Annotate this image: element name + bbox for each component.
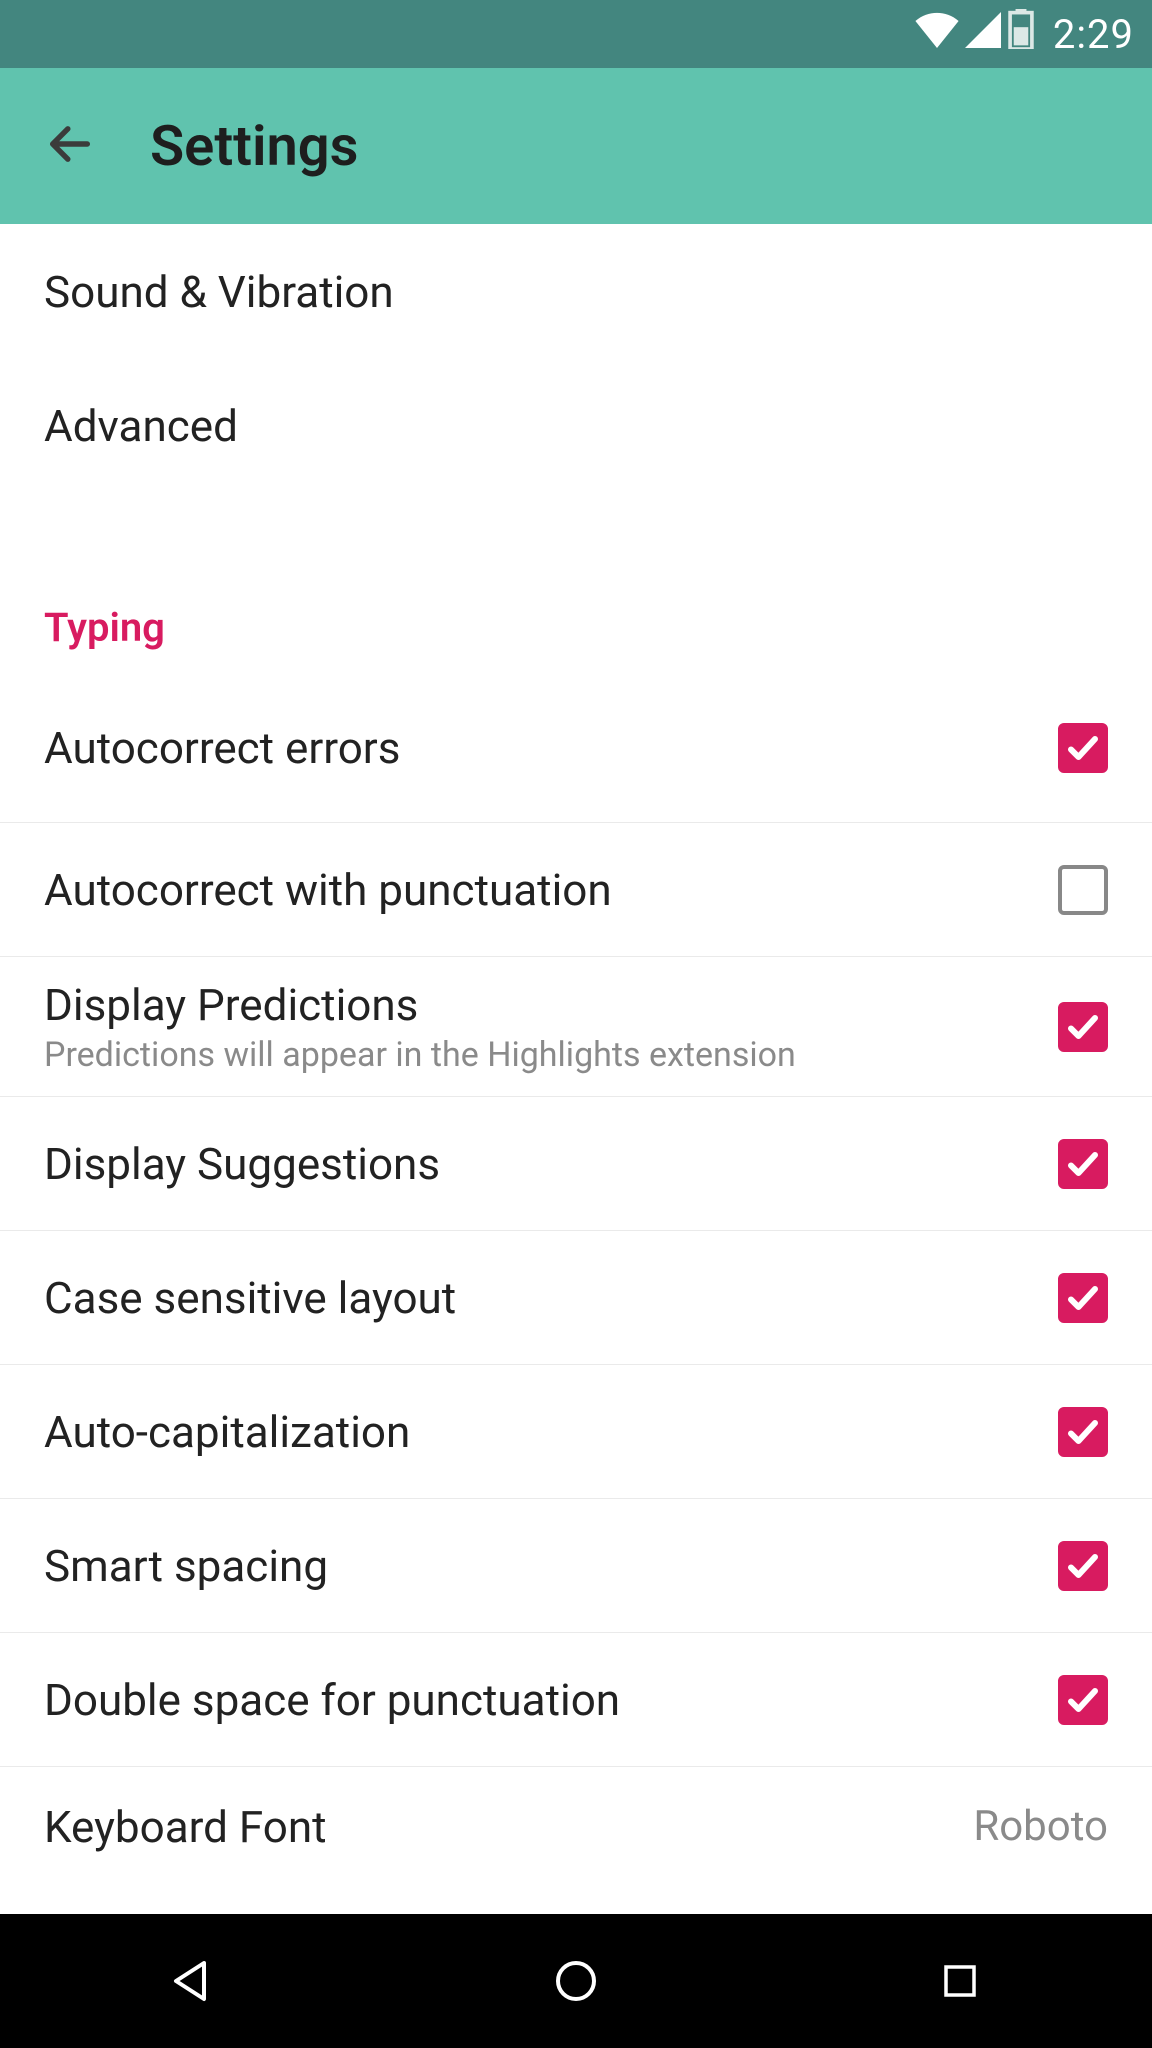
nav-back-button[interactable] [152,1941,232,2021]
row-label: Autocorrect with punctuation [44,864,1058,916]
row-label: Smart spacing [44,1540,1058,1592]
back-arrow-icon[interactable] [44,118,96,174]
status-clock: 2:29 [1053,11,1134,58]
row-label: Sound & Vibration [44,266,1108,318]
nav-home-button[interactable] [536,1941,616,2021]
status-icons [915,9,1035,59]
navigation-bar [0,1914,1152,2048]
checkbox-double-space-punctuation[interactable] [1058,1675,1108,1725]
cellular-signal-icon [965,11,1001,58]
checkbox-display-predictions[interactable] [1058,1002,1108,1052]
status-bar: 2:29 [0,0,1152,68]
settings-row-sound-vibration[interactable]: Sound & Vibration [0,224,1152,358]
checkbox-autocorrect-punctuation[interactable] [1058,865,1108,915]
settings-row-double-space-punctuation[interactable]: Double space for punctuation [0,1632,1152,1766]
settings-row-auto-capitalization[interactable]: Auto-capitalization [0,1364,1152,1498]
settings-row-advanced[interactable]: Advanced [0,358,1152,492]
checkbox-autocorrect-errors[interactable] [1058,723,1108,773]
section-header-typing: Typing [0,582,1152,672]
settings-content: Sound & Vibration Advanced Typing Autoco… [0,224,1152,1914]
settings-row-display-predictions[interactable]: Display Predictions Predictions will app… [0,956,1152,1096]
wifi-icon [915,11,959,58]
row-label: Double space for punctuation [44,1674,1058,1726]
row-label: Case sensitive layout [44,1272,1058,1324]
row-label: Autocorrect errors [44,722,1058,774]
nav-recent-button[interactable] [920,1941,1000,2021]
settings-row-autocorrect-errors[interactable]: Autocorrect errors [0,672,1152,822]
row-label: Display Suggestions [44,1138,1058,1190]
row-label: Display Predictions [44,979,1058,1031]
row-label: Keyboard Font [44,1801,973,1853]
settings-row-autocorrect-punctuation[interactable]: Autocorrect with punctuation [0,822,1152,956]
settings-row-case-sensitive-layout[interactable]: Case sensitive layout [0,1230,1152,1364]
row-sublabel: Predictions will appear in the Highlight… [44,1035,1058,1075]
settings-row-smart-spacing[interactable]: Smart spacing [0,1498,1152,1632]
row-label: Auto-capitalization [44,1406,1058,1458]
settings-row-keyboard-font[interactable]: Keyboard Font Roboto [0,1766,1152,1886]
checkbox-auto-capitalization[interactable] [1058,1407,1108,1457]
page-title: Settings [150,113,358,179]
app-bar: Settings [0,68,1152,224]
checkbox-smart-spacing[interactable] [1058,1541,1108,1591]
row-label: Advanced [44,400,1108,452]
row-value: Roboto [973,1802,1108,1851]
battery-icon [1007,9,1035,59]
checkbox-case-sensitive-layout[interactable] [1058,1273,1108,1323]
checkbox-display-suggestions[interactable] [1058,1139,1108,1189]
settings-row-display-suggestions[interactable]: Display Suggestions [0,1096,1152,1230]
